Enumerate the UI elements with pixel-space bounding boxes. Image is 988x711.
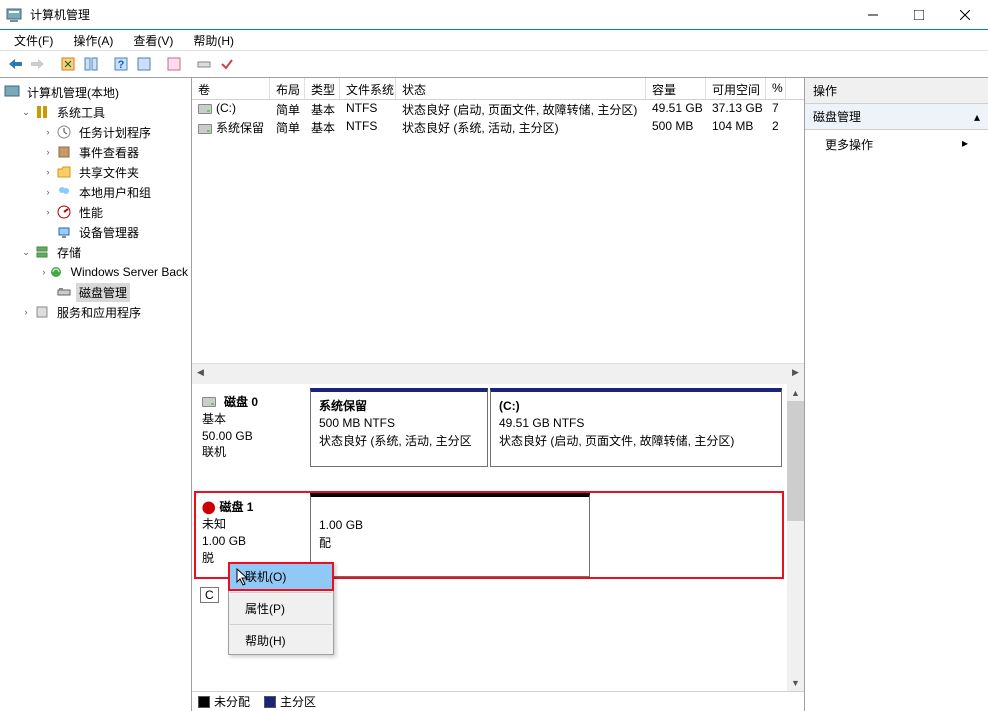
scroll-up-icon[interactable]: ▲ bbox=[787, 384, 804, 401]
tree-local-users[interactable]: › 本地用户和组 bbox=[0, 182, 191, 202]
tool-action[interactable] bbox=[57, 53, 79, 75]
tree-wsb[interactable]: › Windows Server Back bbox=[0, 262, 191, 282]
tree-storage[interactable]: ⌄ 存储 bbox=[0, 242, 191, 262]
drive-icon bbox=[198, 104, 212, 114]
tree-root[interactable]: 计算机管理(本地) bbox=[0, 82, 191, 102]
scroll-down-icon[interactable]: ▼ bbox=[787, 674, 804, 691]
col-header-layout[interactable]: 布局 bbox=[270, 78, 305, 99]
tree-event-viewer[interactable]: › 事件查看器 bbox=[0, 142, 191, 162]
actions-section[interactable]: 磁盘管理 ▴ bbox=[805, 104, 988, 130]
col-header-status[interactable]: 状态 bbox=[396, 78, 646, 99]
disk-0-block[interactable]: 磁盘 0 基本 50.00 GB 联机 系统保留 500 MB NTFS 状态良… bbox=[196, 388, 782, 467]
disk-0-info: 磁盘 0 基本 50.00 GB 联机 bbox=[196, 388, 308, 467]
col-header-volume[interactable]: 卷 bbox=[192, 78, 270, 99]
app-icon bbox=[6, 7, 22, 23]
tool-show-hide[interactable] bbox=[80, 53, 102, 75]
col-header-free[interactable]: 可用空间 bbox=[706, 78, 766, 99]
minimize-button[interactable] bbox=[850, 0, 896, 30]
tree-performance[interactable]: › 性能 bbox=[0, 202, 191, 222]
tree-task-scheduler[interactable]: › 任务计划程序 bbox=[0, 122, 191, 142]
ctx-help[interactable]: 帮助(H) bbox=[229, 627, 333, 654]
back-button[interactable] bbox=[4, 53, 26, 75]
menu-view[interactable]: 查看(V) bbox=[123, 30, 183, 51]
tree-device-manager[interactable]: › 设备管理器 bbox=[0, 222, 191, 242]
disk0-partition-c[interactable]: (C:) 49.51 GB NTFS 状态良好 (启动, 页面文件, 故障转储,… bbox=[490, 388, 782, 467]
scroll-right-icon[interactable]: ▶ bbox=[787, 364, 804, 381]
forward-button[interactable] bbox=[27, 53, 49, 75]
col-header-capacity[interactable]: 容量 bbox=[646, 78, 706, 99]
tree-disk-management[interactable]: › 磁盘管理 bbox=[0, 282, 191, 302]
col-header-type[interactable]: 类型 bbox=[305, 78, 340, 99]
tool-check[interactable] bbox=[216, 53, 238, 75]
col-header-percent[interactable]: % bbox=[766, 78, 786, 99]
toolbar: ? bbox=[0, 50, 988, 78]
disk-icon bbox=[202, 397, 216, 407]
drive-icon bbox=[198, 124, 212, 134]
tree-pane: 计算机管理(本地) ⌄ 系统工具 › 任务计划程序 › 事件查看器 › 共享文件… bbox=[0, 78, 192, 711]
disk-map-pane: 磁盘 0 基本 50.00 GB 联机 系统保留 500 MB NTFS 状态良… bbox=[192, 380, 804, 711]
scroll-thumb[interactable] bbox=[787, 401, 804, 521]
help-icon[interactable]: ? bbox=[110, 53, 132, 75]
actions-header: 操作 bbox=[805, 78, 988, 104]
menubar: 文件(F) 操作(A) 查看(V) 帮助(H) bbox=[0, 30, 988, 50]
vertical-scrollbar[interactable]: ▲ ▼ bbox=[787, 384, 804, 691]
volume-list[interactable]: (C:) 简单 基本 NTFS 状态良好 (启动, 页面文件, 故障转储, 主分… bbox=[192, 100, 804, 363]
collapse-icon[interactable]: ▴ bbox=[974, 110, 980, 124]
center-pane: 卷 布局 类型 文件系统 状态 容量 可用空间 % (C:) 简单 基本 NTF… bbox=[192, 78, 805, 711]
tree-system-tools[interactable]: ⌄ 系统工具 bbox=[0, 102, 191, 122]
volume-row[interactable]: 系统保留 简单 基本 NTFS 状态良好 (系统, 活动, 主分区) 500 M… bbox=[192, 118, 804, 136]
chevron-right-icon: ▸ bbox=[962, 136, 968, 153]
menu-help[interactable]: 帮助(H) bbox=[183, 30, 244, 51]
disk0-partition-reserved[interactable]: 系统保留 500 MB NTFS 状态良好 (系统, 活动, 主分区 bbox=[310, 388, 488, 467]
tree-services-apps[interactable]: › 服务和应用程序 bbox=[0, 302, 191, 322]
cursor-icon bbox=[236, 568, 252, 588]
disk1-unallocated[interactable]: 1.00 GB 配 bbox=[310, 493, 590, 577]
tree-shared-folders[interactable]: › 共享文件夹 bbox=[0, 162, 191, 182]
actions-pane: 操作 磁盘管理 ▴ 更多操作 ▸ bbox=[805, 78, 988, 711]
titlebar: 计算机管理 bbox=[0, 0, 988, 30]
volume-list-header: 卷 布局 类型 文件系统 状态 容量 可用空间 % bbox=[192, 78, 804, 100]
legend: 未分配 主分区 bbox=[192, 691, 804, 711]
scroll-left-icon[interactable]: ◀ bbox=[192, 364, 209, 381]
horizontal-scrollbar[interactable]: ◀ ▶ bbox=[192, 363, 804, 380]
tool-views[interactable] bbox=[163, 53, 185, 75]
tool-refresh[interactable] bbox=[133, 53, 155, 75]
volume-row[interactable]: (C:) 简单 基本 NTFS 状态良好 (启动, 页面文件, 故障转储, 主分… bbox=[192, 100, 804, 118]
legend-swatch-unalloc bbox=[198, 696, 210, 708]
menu-action[interactable]: 操作(A) bbox=[63, 30, 123, 51]
close-button[interactable] bbox=[942, 0, 988, 30]
menu-file[interactable]: 文件(F) bbox=[4, 30, 63, 51]
ctx-properties[interactable]: 属性(P) bbox=[229, 595, 333, 622]
offline-icon: ⬤ bbox=[202, 499, 215, 516]
legend-swatch-primary bbox=[264, 696, 276, 708]
svg-text:?: ? bbox=[118, 59, 125, 71]
tool-settings[interactable] bbox=[193, 53, 215, 75]
window-title: 计算机管理 bbox=[28, 6, 850, 23]
col-header-filesystem[interactable]: 文件系统 bbox=[340, 78, 396, 99]
actions-more[interactable]: 更多操作 ▸ bbox=[805, 130, 988, 159]
maximize-button[interactable] bbox=[896, 0, 942, 30]
